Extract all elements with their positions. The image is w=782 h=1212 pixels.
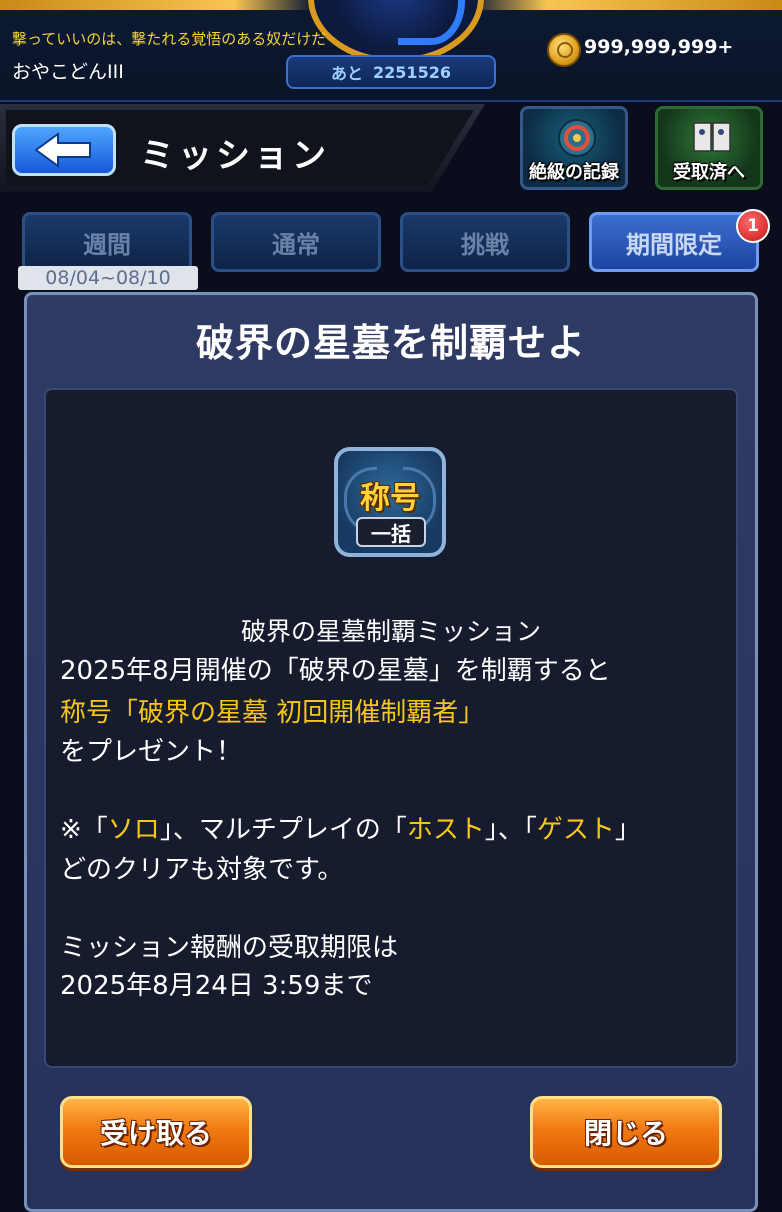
page-title: ミッション (140, 136, 330, 176)
exp-remaining: あと 2251526 (286, 55, 496, 89)
back-button[interactable] (12, 124, 116, 176)
tab-normal[interactable]: 通常 (211, 212, 381, 272)
note-sep: 」、「 (484, 815, 537, 845)
deadline-line-2: 2025年8月24日 3:59まで (60, 971, 373, 1001)
coin-icon (547, 33, 581, 67)
deadline-line-1: ミッション報酬の受取期限は (60, 933, 399, 963)
note-guest: ゲスト (536, 815, 615, 845)
receive-button[interactable]: 受け取る (60, 1096, 252, 1168)
note-line-2: どのクリアも対象です。 (60, 855, 344, 885)
dialog-title: 破界の星墓を制覇せよ (195, 321, 586, 365)
description-highlight: 称号「破界の星墓 初回開催制覇者」 (60, 698, 485, 728)
title-reward-icon: 称号 一括 (334, 447, 446, 557)
description-line-3: をプレゼント！ (60, 737, 243, 767)
tab-limited[interactable]: 期間限定 (589, 212, 759, 272)
note-solo: ソロ (107, 815, 160, 845)
reward-main-label: 称号 (360, 481, 420, 516)
book-icon (693, 122, 731, 152)
description-line-1: 2025年8月開催の「破界の星墓」を制覇すると (60, 656, 611, 686)
record-label: 絶級の記録 (529, 162, 619, 183)
tab-weekly[interactable]: 週間 (22, 212, 192, 272)
record-button[interactable]: 絶級の記録 (520, 106, 628, 190)
note-prefix: ※「 (60, 815, 108, 845)
exp-prefix: あと (331, 64, 364, 83)
exp-value: 2251526 (373, 62, 451, 82)
note-host: ホスト (406, 815, 485, 845)
player-motto: 撃っていいのは、撃たれる覚悟のある奴だけだ (12, 30, 327, 48)
notification-badge: 1 (736, 209, 770, 243)
received-label: 受取済へ (673, 162, 745, 183)
mission-name: 破界の星墓制覇ミッション (240, 617, 541, 646)
vortex-icon (558, 119, 596, 157)
coin-count: 999,999,999+ (584, 36, 734, 58)
status-header: 撃っていいのは、撃たれる覚悟のある奴だけだ おやこどんIII あと 225152… (0, 0, 782, 102)
note-end: 」 (614, 815, 641, 845)
note-line-1: ※「ソロ」、マルチプレイの「ホスト」、「ゲスト」 (60, 809, 641, 846)
back-arrow-icon (34, 132, 91, 168)
date-range: 08/04~08/10 (18, 266, 198, 290)
player-name: おやこどんIII (12, 61, 124, 83)
reward-sub-label: 一括 (356, 517, 426, 547)
received-button[interactable]: 受取済へ (655, 106, 763, 190)
tab-challenge[interactable]: 挑戦 (400, 212, 570, 272)
note-mid: 」、マルチプレイの「 (159, 815, 407, 845)
close-button[interactable]: 閉じる (530, 1096, 722, 1168)
